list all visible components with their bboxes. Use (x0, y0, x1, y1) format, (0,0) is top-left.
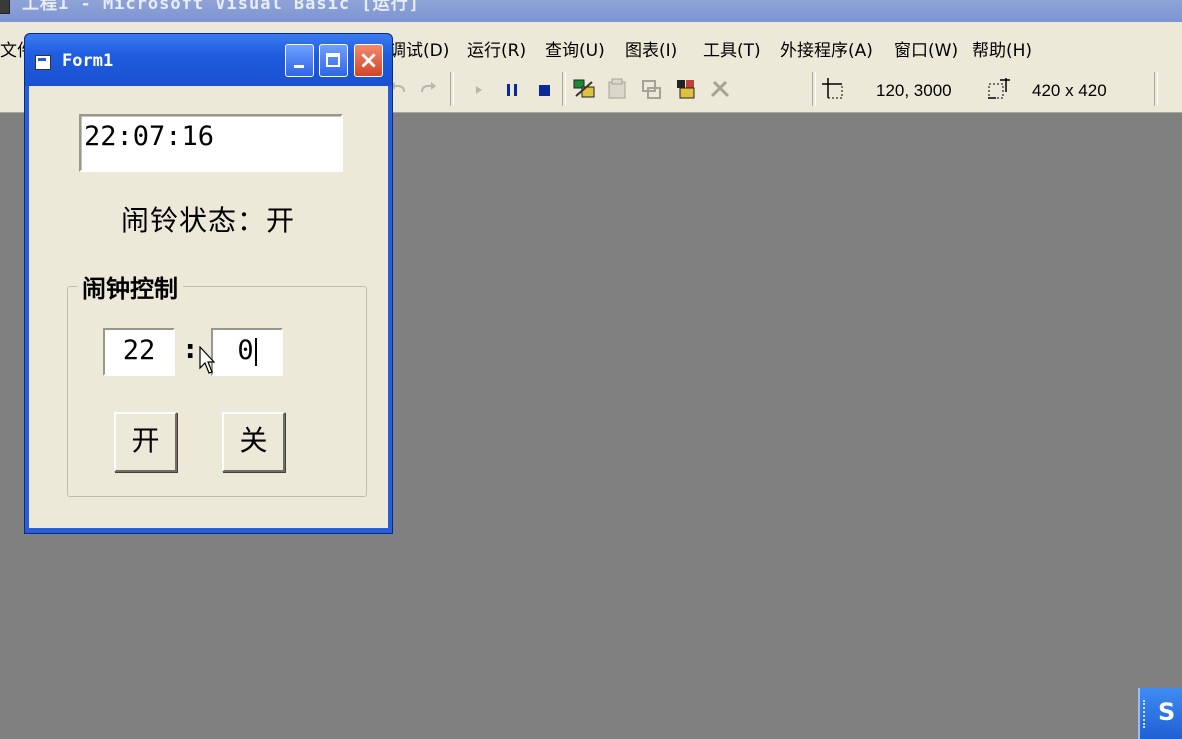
redo-icon[interactable] (418, 78, 438, 100)
project-explorer-icon[interactable] (572, 78, 598, 100)
form1-window: Form1 × 22:07:16 闹铃状态：开 闹钟控制 22 : 0 开 关 (24, 33, 393, 534)
form1-title: Form1 (62, 51, 114, 71)
menu-window[interactable]: 窗口(W) (894, 36, 958, 61)
form-icon[interactable] (35, 55, 51, 70)
tray-app-icon: S (1158, 698, 1176, 726)
alarm-control-group (67, 286, 367, 497)
minute-value: 0 (237, 335, 254, 366)
close-icon: × (358, 46, 379, 74)
toolbar-separator (562, 72, 566, 106)
toolbox-icon[interactable] (708, 78, 734, 100)
menu-query[interactable]: 查询(U) (545, 36, 605, 61)
menu-run[interactable]: 运行(R) (467, 36, 526, 61)
menu-debug[interactable]: 调试(D) (389, 36, 449, 61)
hour-value: 22 (122, 335, 156, 366)
position-readout: 120, 3000 (876, 81, 952, 100)
size-icon (988, 78, 1010, 99)
size-readout: 420 x 420 (1032, 81, 1107, 100)
mouse-cursor-icon (199, 346, 215, 374)
hour-input[interactable]: 22 (103, 328, 175, 376)
alarm-off-button[interactable]: 关 (222, 412, 285, 472)
time-separator: : (185, 335, 196, 365)
ide-title-text: 工程1 - Microsoft Visual Basic [运行] (22, 0, 420, 14)
start-icon[interactable] (472, 78, 486, 100)
ide-title-bar: 工程1 - Microsoft Visual Basic [运行] (0, 0, 1182, 22)
form-layout-icon[interactable] (640, 78, 664, 100)
minimize-button[interactable] (285, 44, 314, 77)
properties-window-icon[interactable] (606, 78, 630, 100)
alarm-on-button[interactable]: 开 (114, 412, 177, 472)
object-browser-icon[interactable] (674, 78, 700, 100)
toolbar-separator (1154, 72, 1158, 106)
end-icon[interactable] (536, 78, 552, 100)
menu-addins[interactable]: 外接程序(A) (780, 36, 873, 61)
minute-input[interactable]: 0 (211, 328, 283, 376)
taskbar-grip (1143, 700, 1148, 728)
close-button[interactable]: × (354, 44, 383, 77)
toolbar-separator (812, 72, 816, 106)
menu-diagram[interactable]: 图表(I) (625, 36, 677, 61)
vb-app-icon (0, 0, 10, 14)
form1-title-bar[interactable]: Form1 × (25, 34, 392, 86)
form1-client-area: 22:07:16 闹铃状态：开 闹钟控制 22 : 0 开 关 (29, 86, 388, 528)
alarm-status-label: 闹铃状态：开 (121, 204, 296, 237)
minimize-icon (294, 65, 304, 68)
toolbar-separator (450, 72, 454, 106)
maximize-icon (326, 53, 340, 67)
maximize-button[interactable] (319, 44, 348, 77)
position-icon (822, 78, 843, 99)
break-icon[interactable] (504, 78, 520, 100)
menu-help[interactable]: 帮助(H) (972, 36, 1032, 61)
text-caret (254, 337, 257, 366)
taskbar-tray-corner[interactable]: S (1138, 688, 1182, 739)
alarm-control-group-label: 闹钟控制 (77, 269, 183, 304)
menu-tools[interactable]: 工具(T) (703, 36, 761, 61)
current-time-display[interactable]: 22:07:16 (79, 114, 343, 172)
